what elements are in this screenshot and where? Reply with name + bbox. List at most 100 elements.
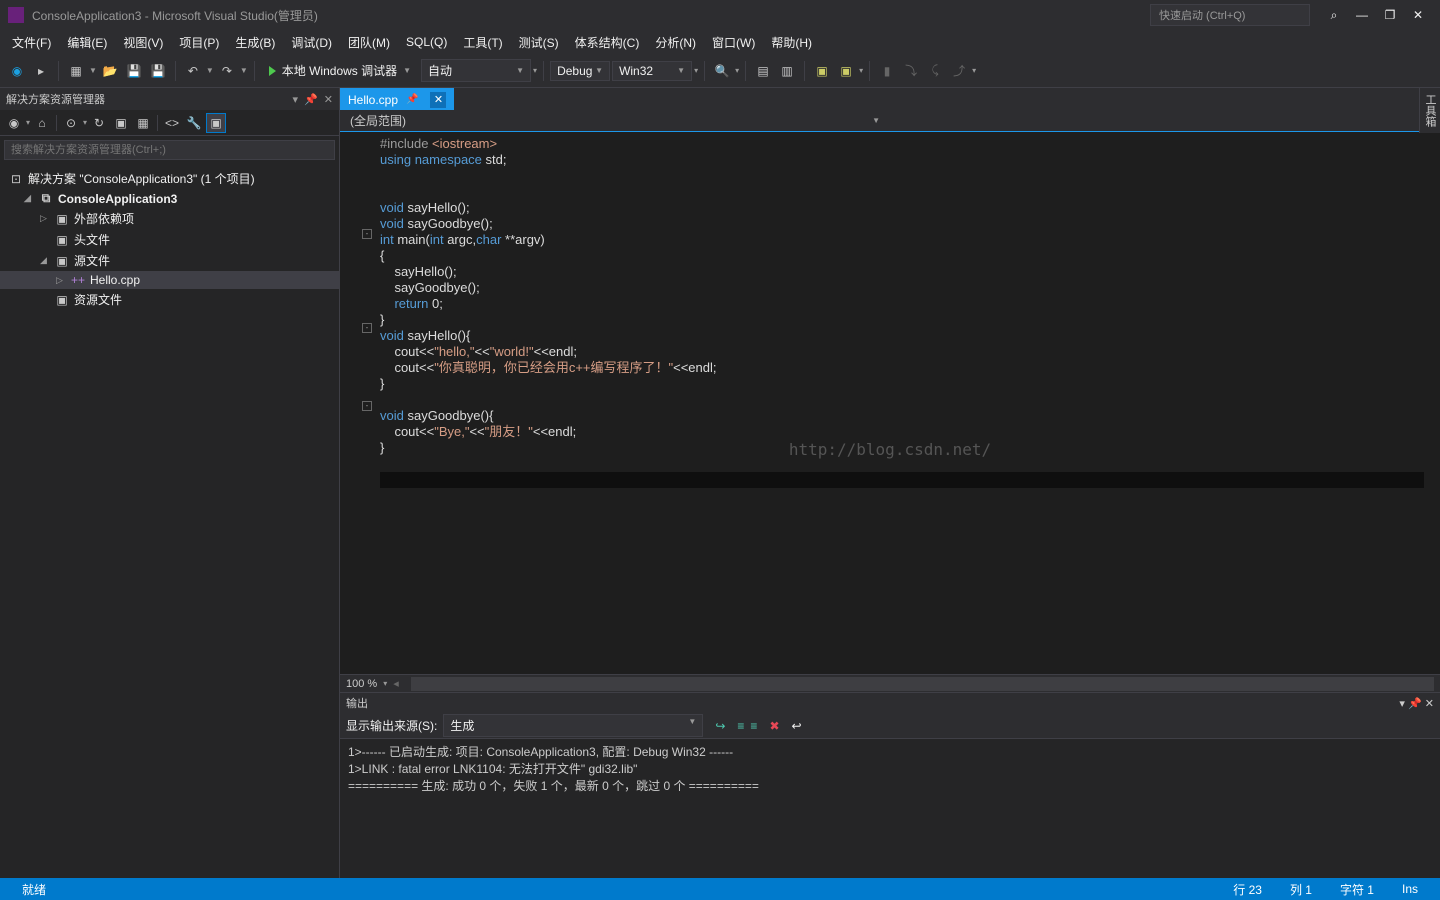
menu-file[interactable]: 文件(F): [4, 31, 59, 54]
menu-project[interactable]: 项目(P): [171, 31, 227, 54]
config-platform-combo[interactable]: Win32▼: [612, 61, 692, 81]
chevron-down-icon[interactable]: ▼: [206, 66, 214, 75]
sources-node[interactable]: ◢ ▣ 源文件: [0, 250, 339, 271]
find-in-files-icon[interactable]: 🔍: [711, 60, 733, 82]
refresh-icon[interactable]: ↻: [89, 113, 109, 133]
menu-team[interactable]: 团队(M): [340, 31, 398, 54]
output-content[interactable]: 1>------ 已启动生成: 项目: ConsoleApplication3,…: [340, 739, 1440, 878]
chevron-down-icon[interactable]: ▾: [26, 118, 30, 127]
close-button[interactable]: ✕: [1404, 5, 1432, 25]
collapse-icon[interactable]: ▣: [111, 113, 131, 133]
code-editor[interactable]: - - - #include <iostream> using namespac…: [340, 132, 1440, 674]
show-all-icon[interactable]: ▦: [133, 113, 153, 133]
expand-icon[interactable]: ◢: [40, 255, 50, 266]
close-icon[interactable]: ✕: [430, 92, 446, 108]
menu-edit[interactable]: 编辑(E): [59, 31, 115, 54]
prev-msg-icon[interactable]: ≡: [737, 719, 744, 733]
fold-icon[interactable]: -: [362, 323, 372, 333]
project-node[interactable]: ◢ ⧉ ConsoleApplication3: [0, 189, 339, 208]
new-project-icon[interactable]: ▦: [65, 60, 87, 82]
menu-analyze[interactable]: 分析(N): [647, 31, 704, 54]
step-into-icon[interactable]: ⤹: [924, 60, 946, 82]
expand-icon[interactable]: ▷: [40, 213, 50, 224]
search-icon[interactable]: ⌕: [1320, 5, 1348, 25]
menu-architecture[interactable]: 体系结构(C): [567, 31, 648, 54]
split-icon[interactable]: ◂: [393, 677, 399, 690]
expand-icon[interactable]: ▷: [56, 275, 66, 286]
sync-icon[interactable]: ⊙: [61, 113, 81, 133]
bookmark-prev-icon[interactable]: ▣: [835, 60, 857, 82]
open-icon[interactable]: 📂: [99, 60, 121, 82]
bookmark-icon[interactable]: ▣: [811, 60, 833, 82]
output-source-combo[interactable]: 生成▼: [443, 714, 703, 737]
minimize-button[interactable]: —: [1348, 5, 1376, 25]
save-icon[interactable]: 💾: [123, 60, 145, 82]
uncomment-icon[interactable]: ▥: [776, 60, 798, 82]
menu-build[interactable]: 生成(B): [227, 31, 283, 54]
chevron-down-icon[interactable]: ▾: [694, 66, 698, 75]
start-debug-button[interactable]: 本地 Windows 调试器 ▼: [261, 60, 419, 81]
config-debug-combo[interactable]: Debug▼: [550, 61, 610, 81]
quick-launch-input[interactable]: 快速启动 (Ctrl+Q): [1150, 4, 1310, 26]
menu-window[interactable]: 窗口(W): [704, 31, 763, 54]
redo-icon[interactable]: ↷: [216, 60, 238, 82]
menu-help[interactable]: 帮助(H): [763, 31, 820, 54]
search-input[interactable]: [4, 140, 335, 160]
menu-debug[interactable]: 调试(D): [283, 31, 340, 54]
menu-test[interactable]: 测试(S): [511, 31, 567, 54]
pin-icon[interactable]: 📌: [1408, 698, 1422, 710]
scope-combo[interactable]: (全局范围) ▼: [340, 110, 890, 131]
expand-icon[interactable]: ◢: [24, 193, 34, 204]
horizontal-scrollbar[interactable]: [411, 677, 1434, 691]
dropdown-icon[interactable]: ▾: [1399, 698, 1405, 710]
undo-icon[interactable]: ↶: [182, 60, 204, 82]
resources-node[interactable]: ▣ 资源文件: [0, 289, 339, 310]
external-deps-node[interactable]: ▷ ▣ 外部依赖项: [0, 208, 339, 229]
wrap-icon[interactable]: ↩: [792, 719, 802, 733]
nav-back-icon[interactable]: ◉: [6, 60, 28, 82]
step-over-icon[interactable]: ⤵: [900, 60, 922, 82]
toolbar-separator: [543, 61, 544, 81]
file-hello-cpp[interactable]: ▷ ++ Hello.cpp: [0, 271, 339, 289]
menu-view[interactable]: 视图(V): [115, 31, 171, 54]
headers-node[interactable]: ▣ 头文件: [0, 229, 339, 250]
step-out-icon[interactable]: ⤴: [948, 60, 970, 82]
code-icon[interactable]: <>: [162, 113, 182, 133]
menu-sql[interactable]: SQL(Q): [398, 32, 455, 52]
step-icon[interactable]: ▮: [876, 60, 898, 82]
preview-icon[interactable]: ▣: [206, 113, 226, 133]
chevron-down-icon[interactable]: ▾: [859, 66, 863, 75]
clear-icon[interactable]: ✖: [769, 719, 779, 733]
home-icon[interactable]: ⌂: [32, 113, 52, 133]
next-msg-icon[interactable]: ≡: [750, 719, 757, 733]
back-icon[interactable]: ◉: [4, 113, 24, 133]
comment-icon[interactable]: ▤: [752, 60, 774, 82]
chevron-down-icon[interactable]: ▾: [533, 66, 537, 75]
close-icon[interactable]: ✕: [324, 93, 333, 106]
fold-icon[interactable]: -: [362, 229, 372, 239]
save-all-icon[interactable]: 💾: [147, 60, 169, 82]
zoom-label[interactable]: 100 %: [346, 678, 377, 690]
tab-hello-cpp[interactable]: Hello.cpp 📌 ✕: [340, 88, 454, 110]
menu-tools[interactable]: 工具(T): [455, 31, 510, 54]
chevron-down-icon[interactable]: ▾: [83, 118, 87, 127]
solution-node[interactable]: ⊡ 解决方案 "ConsoleApplication3" (1 个项目): [0, 168, 339, 189]
config-auto-combo[interactable]: 自动▼: [421, 59, 531, 82]
chevron-down-icon[interactable]: ▾: [735, 66, 739, 75]
chevron-down-icon[interactable]: ▾: [972, 66, 976, 75]
close-icon[interactable]: ✕: [1425, 698, 1434, 710]
pin-icon[interactable]: 📌: [304, 93, 318, 106]
member-combo[interactable]: ▼: [890, 114, 1440, 127]
chevron-down-icon[interactable]: ▼: [89, 66, 97, 75]
pin-icon[interactable]: 📌: [406, 94, 418, 105]
search-box: [4, 140, 335, 160]
chevron-down-icon[interactable]: ▼: [240, 66, 248, 75]
maximize-button[interactable]: ❐: [1376, 5, 1404, 25]
goto-icon[interactable]: ↪: [715, 719, 725, 733]
fold-icon[interactable]: -: [362, 401, 372, 411]
dropdown-icon[interactable]: ▾: [293, 93, 299, 106]
nav-fwd-icon[interactable]: ▸: [30, 60, 52, 82]
toolbox-tab[interactable]: 工具箱: [1419, 88, 1440, 133]
properties-icon[interactable]: 🔧: [184, 113, 204, 133]
chevron-down-icon[interactable]: ▾: [383, 679, 387, 688]
